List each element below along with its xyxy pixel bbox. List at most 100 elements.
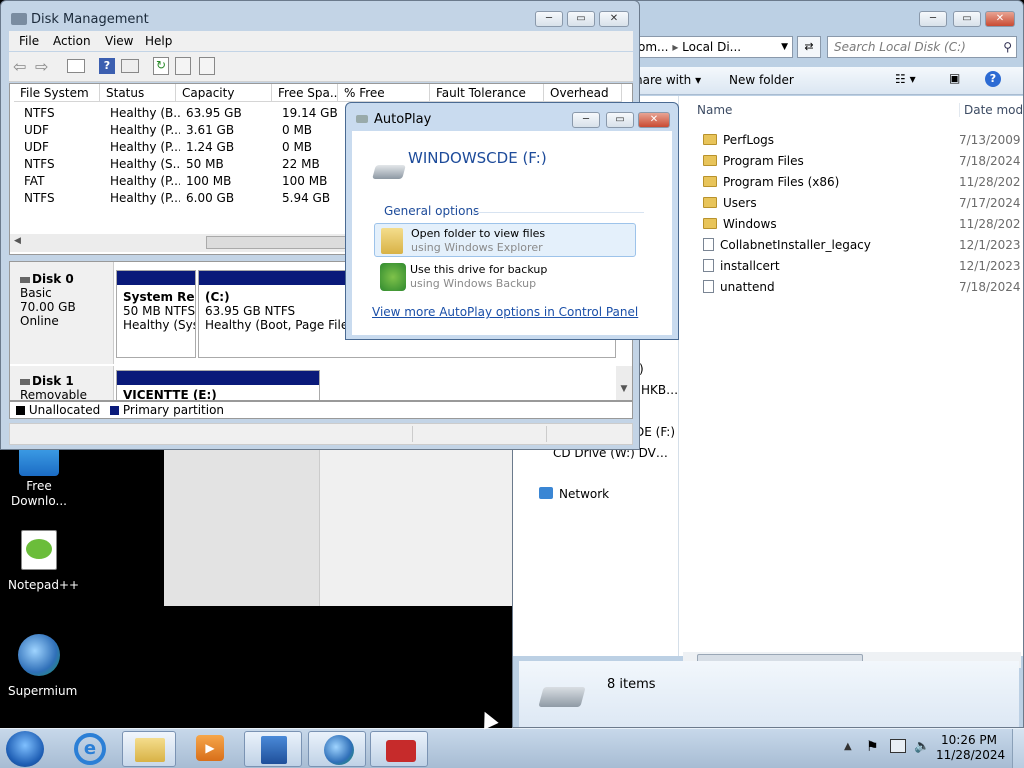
nav-item[interactable]: HKBoc	[641, 383, 679, 397]
volume-cell[interactable]: NTFS	[24, 156, 104, 173]
file-row[interactable]: Program Files (x86)	[703, 172, 953, 192]
column-header-name[interactable]: Name	[697, 103, 732, 117]
media-player-icon[interactable]: ▶	[196, 735, 224, 761]
column-header[interactable]: Capacity	[176, 84, 272, 102]
menu-help[interactable]: Help	[145, 34, 172, 48]
volume-cell[interactable]: Healthy (P...	[110, 173, 180, 190]
disk0-info[interactable]: Disk 0 Basic 70.00 GB Online	[10, 262, 114, 364]
partition-system-reserved[interactable]: System Rese 50 MB NTFS Healthy (Sys	[116, 270, 196, 358]
column-header[interactable]: Status	[100, 84, 176, 102]
volume-cell[interactable]: 5.94 GB	[282, 190, 342, 207]
taskbar-supermium-button[interactable]	[308, 731, 366, 767]
menu-view[interactable]: View	[105, 34, 133, 48]
search-box[interactable]: Search Local Disk (C:) ⚲	[827, 36, 1017, 58]
column-header[interactable]: Fault Tolerance	[430, 84, 544, 102]
file-row[interactable]: Users	[703, 193, 953, 213]
start-button[interactable]	[6, 731, 44, 767]
volume-cell[interactable]: NTFS	[24, 190, 104, 207]
disk1-info[interactable]: Disk 1 Removable	[10, 366, 114, 400]
close-button[interactable]: ✕	[638, 112, 670, 128]
nav-item[interactable]: DE (F:)	[635, 425, 679, 439]
show-desktop-button[interactable]	[1012, 729, 1024, 768]
settings-icon[interactable]	[175, 57, 191, 75]
desktop-icon-free-download[interactable]: Free Downlo...	[8, 446, 70, 509]
volume-cell[interactable]: UDF	[24, 139, 104, 156]
volume-muted-icon[interactable]: 🔈	[914, 739, 930, 754]
nav-item-network[interactable]: Network	[539, 487, 609, 501]
refresh-button[interactable]: ⇄	[797, 36, 821, 58]
file-row[interactable]: unattend	[703, 277, 953, 297]
desktop-icon-notepadpp[interactable]: Notepad++	[8, 530, 79, 592]
preview-pane-icon[interactable]: ▣	[949, 71, 960, 85]
share-with-menu[interactable]: hare with ▾	[635, 73, 701, 87]
internet-explorer-icon[interactable]: e	[74, 733, 106, 765]
volume-cell[interactable]: 1.24 GB	[186, 139, 276, 156]
column-header-date[interactable]: Date modif	[959, 103, 1023, 117]
close-button[interactable]: ✕	[985, 11, 1015, 27]
control-panel-link[interactable]: View more AutoPlay options in Control Pa…	[372, 305, 638, 319]
volume-cell[interactable]: 6.00 GB	[186, 190, 276, 207]
menu-file[interactable]: File	[19, 34, 39, 48]
volume-cell[interactable]: 63.95 GB	[186, 105, 276, 122]
volume-cell[interactable]: Healthy (P...	[110, 139, 180, 156]
chevron-down-icon[interactable]: ▼	[781, 37, 788, 57]
option-backup[interactable]: Use this drive for backup using Windows …	[374, 261, 636, 295]
volume-cell[interactable]: 3.61 GB	[186, 122, 276, 139]
file-row[interactable]: CollabnetInstaller_legacy	[703, 235, 953, 255]
view-options-icon[interactable]: ☷ ▾	[895, 72, 916, 86]
maximize-button[interactable]: ▭	[567, 11, 595, 27]
search-icon[interactable]: ⚲	[1003, 37, 1012, 57]
minimize-button[interactable]: ─	[572, 112, 600, 128]
address-bar[interactable]: om... ▸ Local Di... ▼	[633, 36, 793, 58]
column-header[interactable]: Overhead	[544, 84, 622, 102]
volume-cell[interactable]: Healthy (P...	[110, 190, 180, 207]
maximize-button[interactable]: ▭	[606, 112, 634, 128]
maximize-button[interactable]: ▭	[953, 11, 981, 27]
show-hide-tree-icon[interactable]	[67, 59, 85, 73]
volume-cell[interactable]: UDF	[24, 122, 104, 139]
new-folder-button[interactable]: New folder	[729, 73, 794, 87]
nav-item[interactable]: :)	[635, 362, 675, 376]
refresh-icon[interactable]: ↻	[153, 57, 169, 75]
help-icon[interactable]: ?	[99, 58, 115, 74]
close-button[interactable]: ✕	[599, 11, 629, 27]
option-open-folder[interactable]: Open folder to view files using Windows …	[374, 223, 636, 257]
back-icon[interactable]: ⇦	[13, 57, 26, 76]
volume-cell[interactable]: 0 MB	[282, 122, 342, 139]
clock[interactable]: 10:26 PM 11/28/2024	[936, 733, 1005, 763]
minimize-button[interactable]: ─	[919, 11, 947, 27]
file-row[interactable]: Windows	[703, 214, 953, 234]
taskbar-diskmgmt-button[interactable]	[244, 731, 302, 767]
volume-cell[interactable]: 19.14 GB	[282, 105, 342, 122]
column-header[interactable]: File System	[14, 84, 100, 102]
show-hidden-icons-icon[interactable]: ▲	[844, 741, 852, 752]
volume-cell[interactable]: 100 MB	[186, 173, 276, 190]
file-row[interactable]: installcert	[703, 256, 953, 276]
vertical-scrollbar[interactable]: ▼	[616, 366, 632, 400]
menu-action[interactable]: Action	[53, 34, 91, 48]
column-header[interactable]: % Free	[338, 84, 430, 102]
minimize-button[interactable]: ─	[535, 11, 563, 27]
volume-cell[interactable]: FAT	[24, 173, 104, 190]
volume-cell[interactable]: 100 MB	[282, 173, 342, 190]
volume-cell[interactable]: 50 MB	[186, 156, 276, 173]
partition-e[interactable]: VICENTTE (E:)	[116, 370, 320, 400]
volume-cell[interactable]: 22 MB	[282, 156, 342, 173]
column-header[interactable]: Free Spa...	[272, 84, 338, 102]
file-row[interactable]: PerfLogs	[703, 130, 953, 150]
volume-cell[interactable]: Healthy (P...	[110, 122, 180, 139]
action-center-flag-icon[interactable]: ⚑	[866, 739, 879, 755]
help-icon[interactable]: ?	[985, 71, 1001, 87]
volume-cell[interactable]: Healthy (B...	[110, 105, 180, 122]
properties-icon[interactable]	[121, 59, 139, 73]
file-row[interactable]: Program Files	[703, 151, 953, 171]
forward-icon[interactable]: ⇨	[35, 57, 48, 76]
volume-cell[interactable]: 0 MB	[282, 139, 342, 156]
volume-cell[interactable]: NTFS	[24, 105, 104, 122]
taskbar-explorer-button[interactable]	[122, 731, 176, 767]
network-status-icon[interactable]	[890, 739, 906, 753]
taskbar-toolbox-button[interactable]	[370, 731, 428, 767]
check-icon[interactable]	[199, 57, 215, 75]
volume-cell[interactable]: Healthy (S...	[110, 156, 180, 173]
desktop-icon-supermium[interactable]: Supermium	[8, 634, 77, 698]
